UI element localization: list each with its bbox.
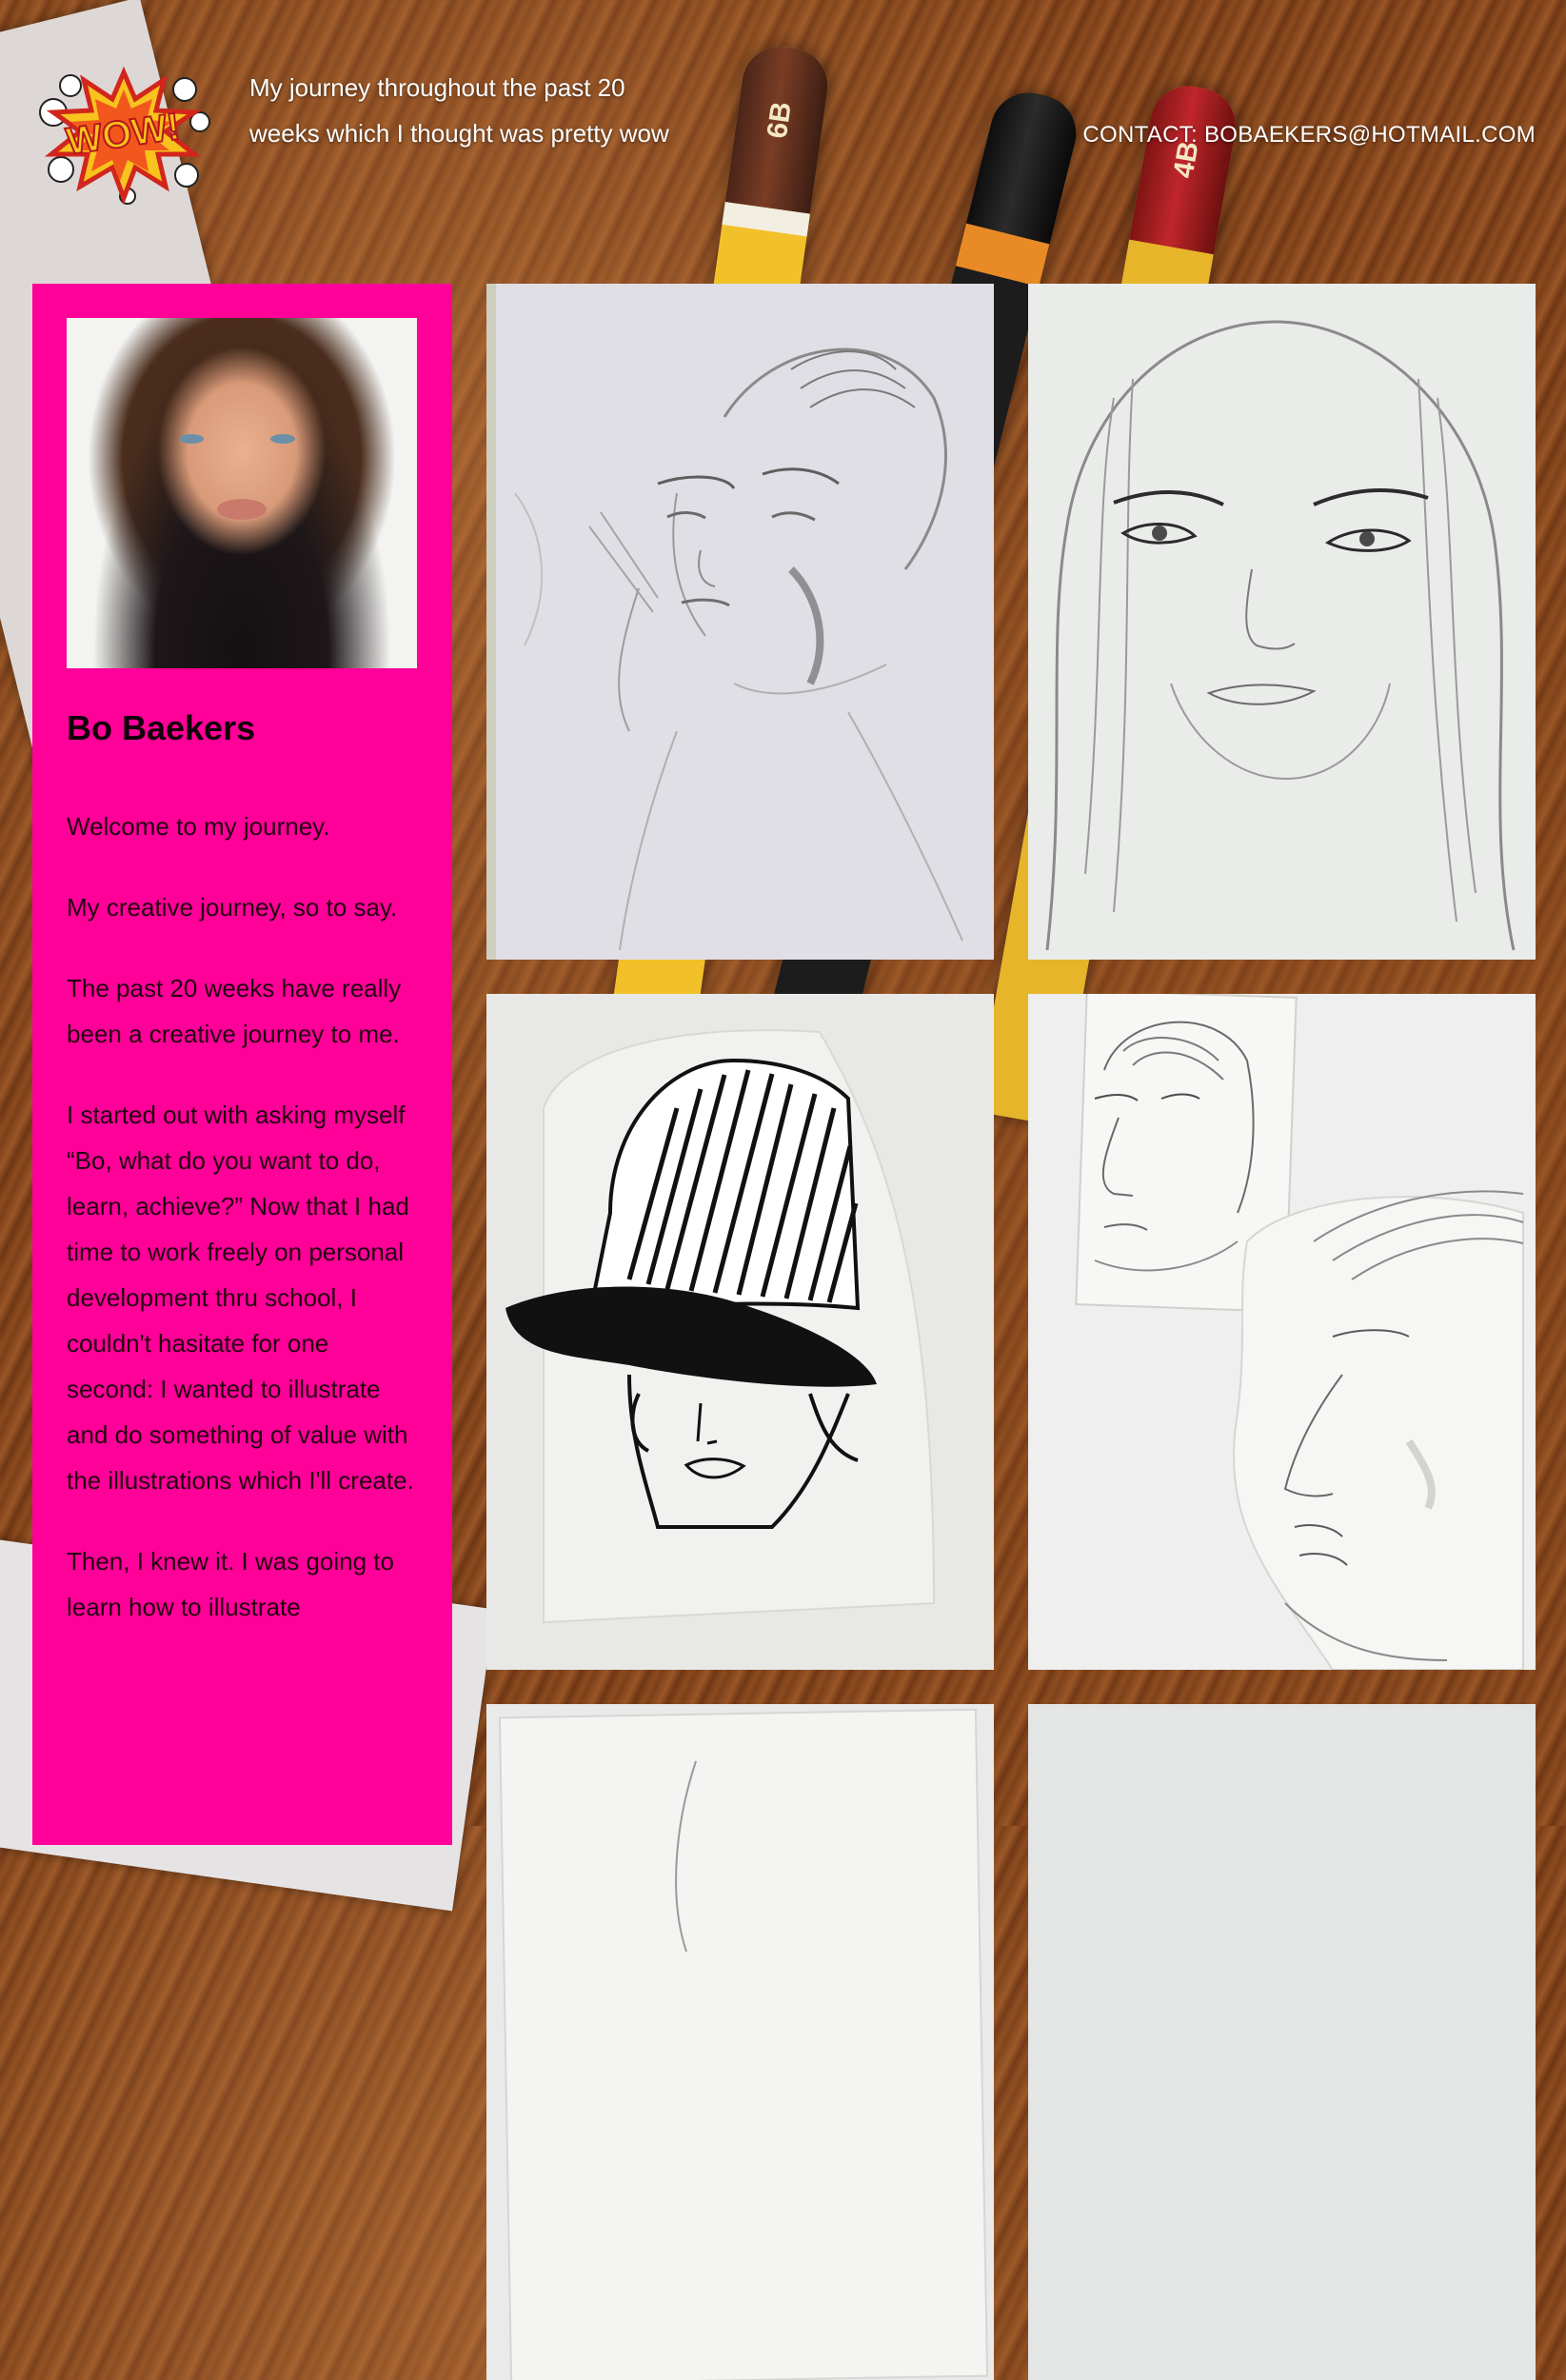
wow-burst-icon: WOW! xyxy=(39,66,210,206)
profile-name: Bo Baekers xyxy=(67,708,256,747)
sketch-two-profiles-image xyxy=(1028,994,1536,1670)
bio-paragraph: I started out with asking myself “Bo, wh… xyxy=(67,1101,414,1495)
contact-link[interactable]: CONTACT: BOBAEKERS@HOTMAIL.COM xyxy=(1082,122,1536,149)
gallery-item-4[interactable] xyxy=(1028,994,1536,1670)
gallery-item-2[interactable] xyxy=(1028,284,1536,960)
sketch-partial-6-image xyxy=(1028,1704,1536,2380)
gallery-item-1[interactable] xyxy=(486,284,994,960)
bio-paragraph: Welcome to my journey. xyxy=(67,812,330,841)
gallery-item-5[interactable] xyxy=(486,1704,994,2380)
bio-paragraph: Then, I knew it. I was going to learn ho… xyxy=(67,1547,394,1621)
gallery-item-6[interactable] xyxy=(1028,1704,1536,2380)
avatar-eye-left xyxy=(179,434,204,444)
sketch-woman-portrait-image xyxy=(1028,284,1536,960)
sketch-partial-5-image xyxy=(486,1704,994,2380)
gallery-item-3[interactable] xyxy=(486,994,994,1670)
bio-paragraph: My creative journey, so to say. xyxy=(67,893,398,922)
sketch-smoking-woman-image xyxy=(486,284,994,960)
bio-paragraph: The past 20 weeks have really been a cre… xyxy=(67,974,402,1048)
site-tagline: My journey throughout the past 20 weeks … xyxy=(249,73,669,148)
wow-logo[interactable]: WOW! xyxy=(32,63,215,208)
profile-photo xyxy=(67,318,417,668)
profile-card: Bo Baekers Welcome to my journey. My cre… xyxy=(32,284,452,1845)
avatar-mouth xyxy=(217,499,267,520)
ink-bucket-hat-image xyxy=(486,994,994,1670)
avatar-eye-right xyxy=(270,434,295,444)
profile-bio: Welcome to my journey. My creative journ… xyxy=(67,803,418,1630)
